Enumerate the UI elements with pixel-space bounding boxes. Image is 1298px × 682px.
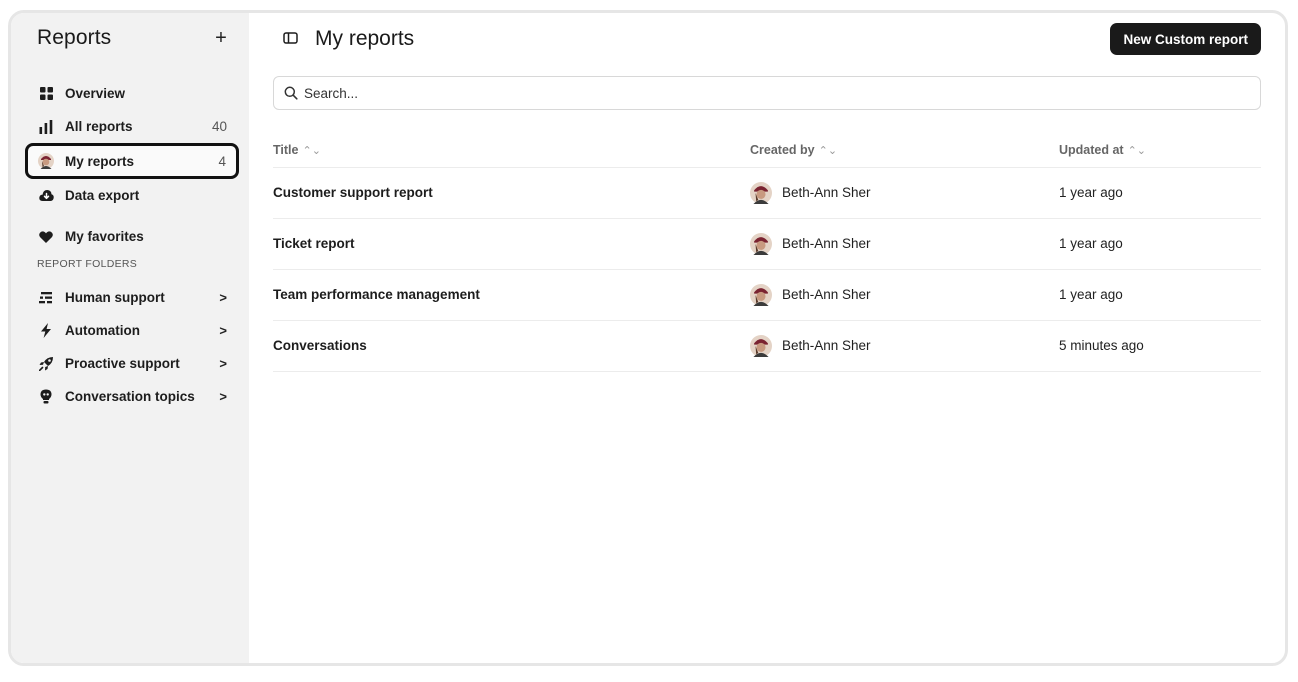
avatar [750, 334, 772, 357]
search-box[interactable] [273, 76, 1261, 110]
sort-icon: ⌃⌄ [818, 144, 838, 157]
sidebar-item-label: All reports [65, 119, 133, 134]
folder-item-human-support[interactable]: Human support > [25, 281, 239, 314]
column-header-created-by[interactable]: Created by ⌃⌄ [750, 133, 1059, 168]
updated-at-cell: 1 year ago [1059, 218, 1261, 270]
report-title[interactable]: Conversations [273, 320, 750, 372]
chevron-right-icon: > [219, 323, 227, 338]
sidebar-item-overview[interactable]: Overview [25, 77, 239, 110]
creator-name: Beth-Ann Sher [782, 185, 871, 200]
sidebar-item-all-reports[interactable]: All reports 40 [25, 110, 239, 143]
table-row[interactable]: Team performance management Beth-Ann She… [273, 269, 1261, 321]
table-row[interactable]: Ticket report Beth-Ann Sher 1 year ago [273, 218, 1261, 270]
column-label: Title [273, 142, 299, 157]
column-header-title[interactable]: Title ⌃⌄ [273, 133, 750, 168]
add-report-button[interactable]: + [213, 27, 229, 50]
section-label-report-folders: REPORT FOLDERS [37, 258, 138, 270]
sidebar-header: Reports + [11, 13, 249, 63]
search-icon [284, 86, 298, 100]
search-input[interactable] [304, 85, 1250, 101]
folder-nav: Human support > Automation > Proactive s… [11, 281, 249, 413]
created-by-cell: Beth-Ann Sher [750, 269, 1059, 321]
creator-name: Beth-Ann Sher [782, 338, 871, 353]
column-label: Created by [750, 142, 815, 157]
table-header-row: Title ⌃⌄ Created by ⌃⌄ Updated at ⌃⌄ [273, 133, 1261, 168]
folder-item-conversation-topics[interactable]: Conversation topics > [25, 380, 239, 413]
folder-item-automation[interactable]: Automation > [25, 314, 239, 347]
sidebar-item-count: 40 [211, 119, 227, 134]
sidebar-title: Reports [37, 26, 112, 49]
folder-item-label: Automation [65, 323, 140, 338]
avatar [750, 283, 772, 306]
sidebar-item-label: My reports [65, 153, 135, 169]
created-by-cell: Beth-Ann Sher [750, 320, 1059, 372]
stairs-icon [38, 290, 54, 306]
folder-item-label: Human support [65, 290, 165, 305]
report-title[interactable]: Team performance management [273, 269, 750, 321]
table-row[interactable]: Customer support report Beth-Ann Sher 1 … [273, 167, 1261, 219]
topbar: My reports New Custom report [273, 13, 1261, 65]
sidebar-item-my-favorites[interactable]: My favorites [25, 220, 239, 253]
column-header-updated-at[interactable]: Updated at ⌃⌄ [1059, 133, 1261, 168]
chevron-right-icon: > [219, 290, 227, 305]
bar-chart-icon [38, 119, 54, 135]
lightning-icon [38, 323, 54, 339]
title-group: My reports [273, 27, 414, 51]
avatar-icon [38, 153, 54, 169]
report-title[interactable]: Customer support report [273, 167, 750, 219]
sidebar: Reports + Overview All reports 40 My rep… [11, 13, 249, 663]
sidebar-item-label: My favorites [65, 229, 144, 244]
sidebar-item-count: 4 [218, 153, 226, 169]
chevron-right-icon: > [219, 356, 227, 371]
folder-item-label: Conversation topics [65, 389, 195, 404]
sort-icon: ⌃⌄ [1127, 144, 1147, 157]
sidebar-item-label: Overview [65, 86, 126, 101]
table-row[interactable]: Conversations Beth-Ann Sher 5 minutes ag… [273, 320, 1261, 372]
created-by-cell: Beth-Ann Sher [750, 167, 1059, 219]
column-label: Updated at [1059, 142, 1124, 157]
page-title: My reports [315, 27, 415, 50]
sidebar-nav: Overview All reports 40 My reports 4 Dat… [11, 77, 249, 253]
report-title[interactable]: Ticket report [273, 218, 750, 270]
lightbulb-icon [38, 389, 54, 405]
rocket-icon [38, 356, 54, 372]
nav-spacer [25, 212, 239, 220]
folder-item-label: Proactive support [65, 356, 180, 371]
sidebar-item-my-reports[interactable]: My reports 4 [25, 143, 239, 179]
creator-name: Beth-Ann Sher [782, 236, 871, 251]
created-by-cell: Beth-Ann Sher [750, 218, 1059, 270]
app-window: Reports + Overview All reports 40 My rep… [8, 10, 1288, 666]
sidebar-item-label: Data export [65, 188, 140, 203]
main-content: My reports New Custom report Title⌃⌄ Cre… [249, 13, 1285, 663]
new-custom-report-button[interactable]: New Custom report [1110, 23, 1261, 55]
folder-item-proactive-support[interactable]: Proactive support > [25, 347, 239, 380]
heart-icon [38, 229, 54, 245]
sort-icon: ⌃⌄ [302, 144, 321, 157]
sidebar-toggle-icon[interactable] [283, 31, 299, 47]
avatar [750, 232, 772, 255]
creator-name: Beth-Ann Sher [782, 287, 871, 302]
cloud-download-icon [38, 188, 54, 204]
grid-icon [38, 86, 54, 102]
avatar [750, 181, 772, 204]
updated-at-cell: 5 minutes ago [1059, 320, 1261, 372]
updated-at-cell: 1 year ago [1059, 269, 1261, 321]
reports-table: Title ⌃⌄ Created by ⌃⌄ Updated at ⌃⌄ Custom… [273, 133, 1261, 372]
sidebar-item-data-export[interactable]: Data export [25, 179, 239, 212]
chevron-right-icon: > [219, 389, 227, 404]
updated-at-cell: 1 year ago [1059, 167, 1261, 219]
